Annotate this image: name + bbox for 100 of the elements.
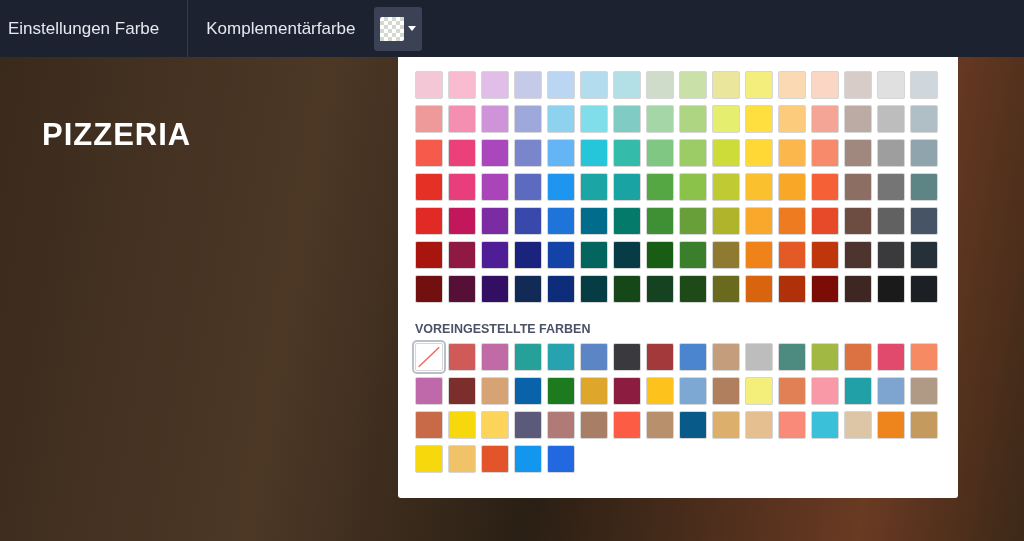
color-swatch[interactable] [514, 241, 542, 269]
color-picker-button[interactable] [373, 6, 422, 51]
color-swatch[interactable] [481, 207, 509, 235]
color-swatch[interactable] [877, 241, 905, 269]
color-swatch[interactable] [415, 275, 443, 303]
color-swatch[interactable] [481, 343, 509, 371]
color-swatch[interactable] [910, 377, 938, 405]
color-swatch[interactable] [514, 275, 542, 303]
color-swatch[interactable] [910, 241, 938, 269]
color-swatch[interactable] [613, 343, 641, 371]
color-swatch[interactable] [811, 411, 839, 439]
color-swatch[interactable] [910, 343, 938, 371]
color-swatch[interactable] [448, 445, 476, 473]
color-swatch[interactable] [712, 377, 740, 405]
color-swatch[interactable] [844, 105, 872, 133]
color-swatch[interactable] [679, 241, 707, 269]
color-swatch[interactable] [448, 207, 476, 235]
color-swatch[interactable] [448, 173, 476, 201]
color-swatch[interactable] [745, 275, 773, 303]
color-swatch[interactable] [580, 207, 608, 235]
color-swatch[interactable] [580, 241, 608, 269]
color-swatch[interactable] [613, 139, 641, 167]
color-swatch[interactable] [547, 411, 575, 439]
color-swatch[interactable] [547, 377, 575, 405]
color-swatch[interactable] [415, 207, 443, 235]
color-swatch[interactable] [646, 105, 674, 133]
color-swatch[interactable] [481, 105, 509, 133]
color-swatch[interactable] [679, 411, 707, 439]
color-swatch[interactable] [811, 343, 839, 371]
color-swatch[interactable] [910, 139, 938, 167]
color-swatch[interactable] [580, 173, 608, 201]
color-swatch[interactable] [745, 241, 773, 269]
color-swatch[interactable] [580, 411, 608, 439]
color-swatch[interactable] [415, 445, 443, 473]
color-swatch[interactable] [844, 377, 872, 405]
color-swatch[interactable] [712, 343, 740, 371]
color-swatch[interactable] [679, 105, 707, 133]
toolbar-tab[interactable]: Komplementärfarbe [198, 0, 364, 57]
color-swatch[interactable] [448, 377, 476, 405]
color-swatch[interactable] [415, 105, 443, 133]
color-swatch[interactable] [613, 241, 641, 269]
color-swatch[interactable] [745, 343, 773, 371]
color-swatch[interactable] [613, 377, 641, 405]
color-swatch[interactable] [514, 343, 542, 371]
color-swatch[interactable] [613, 71, 641, 99]
color-swatch[interactable] [778, 71, 806, 99]
color-swatch[interactable] [646, 411, 674, 439]
color-swatch[interactable] [646, 275, 674, 303]
color-swatch[interactable] [448, 139, 476, 167]
color-swatch[interactable] [613, 207, 641, 235]
color-swatch[interactable] [481, 173, 509, 201]
color-swatch[interactable] [514, 105, 542, 133]
color-swatch[interactable] [844, 275, 872, 303]
color-swatch[interactable] [910, 173, 938, 201]
color-swatch[interactable] [877, 139, 905, 167]
color-swatch[interactable] [514, 139, 542, 167]
color-swatch[interactable] [448, 275, 476, 303]
color-swatch[interactable] [613, 275, 641, 303]
color-swatch[interactable] [580, 275, 608, 303]
color-swatch[interactable] [481, 275, 509, 303]
color-swatch[interactable] [481, 445, 509, 473]
color-swatch[interactable] [580, 71, 608, 99]
color-swatch[interactable] [877, 275, 905, 303]
color-swatch[interactable] [547, 445, 575, 473]
color-swatch[interactable] [778, 377, 806, 405]
color-swatch[interactable] [877, 377, 905, 405]
color-swatch[interactable] [547, 241, 575, 269]
color-swatch[interactable] [712, 173, 740, 201]
color-swatch[interactable] [712, 275, 740, 303]
color-swatch[interactable] [547, 275, 575, 303]
color-swatch[interactable] [448, 71, 476, 99]
color-swatch[interactable] [514, 71, 542, 99]
color-swatch[interactable] [547, 139, 575, 167]
color-swatch[interactable] [481, 139, 509, 167]
color-swatch[interactable] [811, 173, 839, 201]
color-swatch[interactable] [745, 377, 773, 405]
color-swatch[interactable] [811, 71, 839, 99]
color-swatch[interactable] [646, 71, 674, 99]
color-swatch[interactable] [580, 139, 608, 167]
color-swatch[interactable] [712, 139, 740, 167]
color-swatch[interactable] [514, 377, 542, 405]
color-swatch[interactable] [844, 207, 872, 235]
color-swatch[interactable] [415, 173, 443, 201]
color-swatch[interactable] [844, 71, 872, 99]
color-swatch[interactable] [745, 71, 773, 99]
color-swatch[interactable] [745, 411, 773, 439]
color-swatch[interactable] [877, 207, 905, 235]
color-swatch[interactable] [778, 411, 806, 439]
color-swatch[interactable] [877, 71, 905, 99]
color-swatch[interactable] [481, 411, 509, 439]
color-swatch[interactable] [811, 139, 839, 167]
color-swatch[interactable] [712, 411, 740, 439]
color-swatch[interactable] [844, 241, 872, 269]
color-swatch[interactable] [877, 343, 905, 371]
color-swatch[interactable] [844, 173, 872, 201]
color-swatch[interactable] [415, 241, 443, 269]
color-swatch[interactable] [514, 411, 542, 439]
color-swatch[interactable] [646, 377, 674, 405]
color-swatch[interactable] [811, 241, 839, 269]
color-swatch[interactable] [745, 105, 773, 133]
